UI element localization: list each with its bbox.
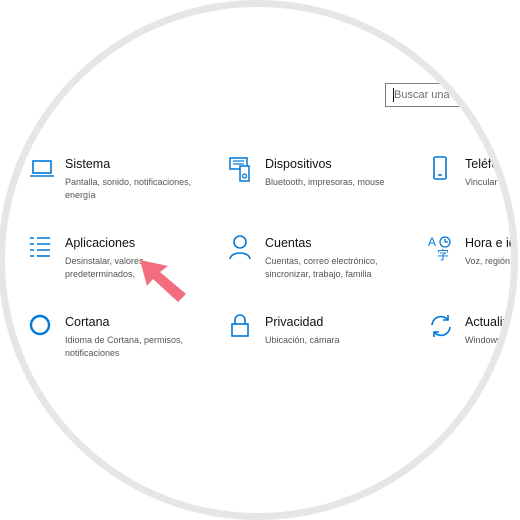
person-icon <box>228 234 256 262</box>
settings-tile-actualizacion[interactable]: Actualiz Windows copia se <box>428 313 514 373</box>
tile-description: Windows copia se <box>465 335 514 345</box>
cortana-circle-icon <box>28 313 56 341</box>
tile-description: Cuentas, correo electrónico, sincronizar… <box>265 256 378 279</box>
tile-description: Voz, región, <box>465 256 513 266</box>
settings-tile-cuentas[interactable]: Cuentas Cuentas, correo electrónico, sin… <box>228 234 408 294</box>
circular-viewport: Buscar una c Sistema Pantalla, sonido, n… <box>2 4 514 516</box>
svg-text:字: 字 <box>437 247 449 262</box>
tile-title: Privacidad <box>265 315 324 329</box>
tile-description: Pantalla, sonido, notificaciones, energí… <box>65 177 192 200</box>
tile-title: Aplicaciones <box>65 236 136 250</box>
tile-title: Hora e idi <box>465 236 514 250</box>
phone-icon <box>428 155 456 183</box>
tile-description: Ubicación, cámara <box>265 335 340 345</box>
tile-title: Dispositivos <box>265 157 332 171</box>
settings-tile-sistema[interactable]: Sistema Pantalla, sonido, notificaciones… <box>28 155 208 215</box>
settings-tile-privacidad[interactable]: Privacidad Ubicación, cámara <box>228 313 408 373</box>
lock-icon <box>228 313 256 341</box>
time-language-icon: A字 <box>428 234 456 262</box>
tile-description: Idioma de Cortana, permisos, notificacio… <box>65 335 184 358</box>
screenshot-stage: Buscar una c Sistema Pantalla, sonido, n… <box>0 0 520 520</box>
settings-tile-cortana[interactable]: Cortana Idioma de Cortana, permisos, not… <box>28 313 208 373</box>
tile-description: Bluetooth, impresoras, mouse <box>265 177 385 187</box>
svg-text:A: A <box>428 235 436 249</box>
tile-title: Teléfo <box>465 157 499 171</box>
refresh-icon <box>428 313 456 341</box>
tile-title: Cuentas <box>265 236 312 250</box>
settings-tile-dispositivos[interactable]: Dispositivos Bluetooth, impresoras, mous… <box>228 155 408 215</box>
tile-title: Cortana <box>65 315 110 329</box>
tile-title: Sistema <box>65 157 111 171</box>
settings-home-grid: Buscar una c Sistema Pantalla, sonido, n… <box>2 4 514 516</box>
settings-tile-telefono[interactable]: Teléfo Vincular <box>428 155 514 215</box>
devices-icon <box>228 155 256 183</box>
apps-list-icon <box>28 234 56 262</box>
tile-title: Actualiz <box>465 315 509 329</box>
settings-tile-hora-idioma[interactable]: A字 Hora e idi Voz, región, <box>428 234 514 294</box>
pointer-arrow-icon <box>140 260 186 302</box>
tile-description: Vincular <box>465 177 498 187</box>
search-input[interactable]: Buscar una c <box>385 83 495 107</box>
laptop-icon <box>28 155 56 183</box>
